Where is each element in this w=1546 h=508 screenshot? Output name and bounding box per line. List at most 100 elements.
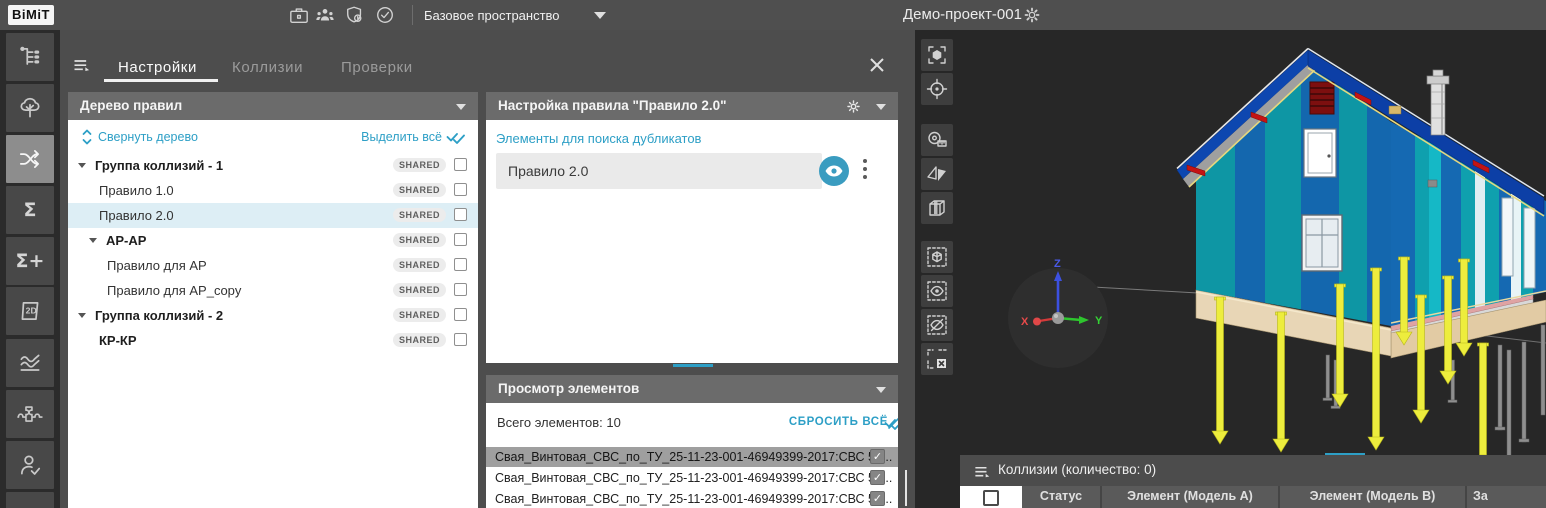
- workspace-selector[interactable]: Базовое пространство: [424, 8, 560, 23]
- briefcase-icon[interactable]: [288, 5, 310, 25]
- plugins-icon[interactable]: [6, 390, 54, 438]
- element-checkbox[interactable]: ✓: [870, 449, 885, 464]
- kebab-menu-icon[interactable]: [863, 159, 867, 183]
- tree-item-kr-kr[interactable]: КР-КР SHARED: [68, 328, 478, 353]
- select-all-cell: [960, 486, 1022, 508]
- 3d-viewport[interactable]: Z Y X Коллизии (количество: 0) Статус Эл…: [915, 30, 1546, 508]
- duplicate-search-field[interactable]: Правило 2.0: [496, 153, 822, 189]
- elements-view-panel: Просмотр элементов Всего элементов: 10 С…: [486, 375, 898, 508]
- show-selection-icon[interactable]: [921, 275, 953, 307]
- tree-item-group-1[interactable]: Группа коллизий - 1 SHARED: [68, 153, 478, 178]
- check-circle-icon[interactable]: [374, 5, 396, 25]
- select-all-link[interactable]: Выделить всё: [361, 130, 442, 144]
- tree-item-checkbox[interactable]: [454, 208, 467, 221]
- tree-item-rule-2-0[interactable]: Правило 2.0 SHARED: [68, 203, 478, 228]
- panel-resize-handle[interactable]: [673, 364, 713, 367]
- expand-caret-icon[interactable]: [89, 238, 97, 243]
- column-status[interactable]: Статус: [1022, 486, 1102, 508]
- tree-item-rule-for-ar-copy[interactable]: Правило для АР_copy SHARED: [68, 278, 478, 303]
- shield-check-icon[interactable]: [344, 5, 366, 25]
- uncheck-all-icon[interactable]: [884, 415, 898, 431]
- axis-gizmo[interactable]: Z Y X: [993, 253, 1123, 383]
- model-tree-icon[interactable]: [6, 33, 54, 81]
- reset-all-link[interactable]: СБРОСИТЬ ВСЁ: [789, 416, 888, 428]
- axis-y-label: Y: [1095, 315, 1103, 327]
- duplicate-elements-link[interactable]: Элементы для поиска дубликатов: [496, 131, 701, 146]
- 2d-view-icon[interactable]: 2D: [6, 287, 54, 335]
- tab-settings[interactable]: Настройки: [118, 59, 197, 76]
- chevron-down-icon[interactable]: [594, 12, 606, 19]
- project-title: Демо-проект-001: [903, 6, 1022, 23]
- app-window: BiMiT Базовое пространство Демо-проект-0…: [0, 0, 1546, 508]
- double-check-icon[interactable]: [446, 129, 466, 145]
- tree-item-checkbox[interactable]: [454, 333, 467, 346]
- isolate-cube-icon[interactable]: [921, 241, 953, 273]
- clash-shuffle-icon[interactable]: [6, 135, 54, 183]
- tree-item-checkbox[interactable]: [454, 308, 467, 321]
- tree-item-checkbox[interactable]: [454, 258, 467, 271]
- shared-badge: SHARED: [393, 233, 446, 247]
- rule-tree-panel: Дерево правил Свернуть дерево Выделить в…: [68, 92, 478, 508]
- shared-badge: SHARED: [393, 308, 446, 322]
- roof-vent-grille: [1310, 82, 1334, 114]
- section-box-icon[interactable]: [921, 192, 953, 224]
- element-checkbox[interactable]: ✓: [870, 470, 885, 485]
- tree-item-rule-1-0[interactable]: Правило 1.0 SHARED: [68, 178, 478, 203]
- tree-item-rule-for-ar[interactable]: Правило для АР SHARED: [68, 253, 478, 278]
- shared-badge: SHARED: [393, 158, 446, 172]
- elements-view-header[interactable]: Просмотр элементов: [486, 375, 898, 403]
- target-icon[interactable]: [921, 73, 953, 105]
- column-element-b[interactable]: Элемент (Модель B): [1280, 486, 1467, 508]
- fit-view-icon[interactable]: [921, 39, 953, 71]
- tree-item-checkbox[interactable]: [454, 283, 467, 296]
- tree-item-checkbox[interactable]: [454, 158, 467, 171]
- rule-settings-panel: Настройка правила "Правило 2.0" Элементы…: [486, 92, 898, 363]
- measure-tape-icon[interactable]: [921, 124, 953, 156]
- environment-tree-icon[interactable]: [6, 84, 54, 132]
- svg-text:2D: 2D: [26, 306, 37, 316]
- gable-door: [1304, 129, 1336, 177]
- collapse-panel-icon[interactable]: [876, 387, 886, 393]
- tree-item-checkbox[interactable]: [454, 183, 467, 196]
- team-icon[interactable]: [314, 5, 336, 25]
- panel-menu-icon[interactable]: [973, 463, 992, 487]
- sum-icon[interactable]: Σ: [6, 186, 54, 234]
- panel-menu-icon[interactable]: [72, 56, 92, 81]
- tab-collisions[interactable]: Коллизии: [232, 59, 303, 76]
- scrollbar-thumb[interactable]: [905, 470, 907, 506]
- collapse-panel-icon[interactable]: [456, 104, 466, 110]
- element-row[interactable]: Свая_Винтовая_СВС_по_ТУ_25-11-23-001-469…: [486, 468, 898, 488]
- tree-item-checkbox[interactable]: [454, 233, 467, 246]
- collapse-tree-link[interactable]: Свернуть дерево: [98, 130, 198, 144]
- element-row[interactable]: Свая_Винтовая_СВС_по_ТУ_25-11-23-001-469…: [486, 447, 898, 467]
- eye-icon[interactable]: [819, 156, 849, 186]
- rule-settings-header[interactable]: Настройка правила "Правило 2.0": [486, 92, 898, 120]
- user-check-icon[interactable]: [6, 441, 54, 489]
- flag-icon[interactable]: [6, 492, 54, 508]
- tab-checks[interactable]: Проверки: [341, 59, 413, 76]
- bimit-logo: BiMiT: [8, 5, 54, 25]
- expand-collapse-icon[interactable]: [81, 129, 93, 145]
- column-note[interactable]: За: [1467, 486, 1546, 508]
- element-checkbox[interactable]: ✓: [870, 491, 885, 506]
- collapse-panel-icon[interactable]: [876, 104, 886, 110]
- tree-item-ar-ar[interactable]: АР-АР SHARED: [68, 228, 478, 253]
- tree-controls: Свернуть дерево Выделить всё: [68, 120, 478, 153]
- axis-z-label: Z: [1054, 258, 1061, 270]
- rule-tree-header[interactable]: Дерево правил: [68, 92, 478, 120]
- expand-caret-icon[interactable]: [78, 163, 86, 168]
- gear-icon[interactable]: [845, 98, 862, 115]
- tree-item-group-2[interactable]: Группа коллизий - 2 SHARED: [68, 303, 478, 328]
- gear-icon[interactable]: [1022, 5, 1044, 25]
- sum-plus-icon[interactable]: Σ+: [6, 237, 54, 285]
- graphs-icon[interactable]: [6, 339, 54, 387]
- select-all-checkbox[interactable]: [983, 490, 999, 506]
- expand-caret-icon[interactable]: [78, 313, 86, 318]
- top-bar: BiMiT Базовое пространство Демо-проект-0…: [0, 0, 1546, 30]
- clear-selection-icon[interactable]: [921, 343, 953, 375]
- section-flip-icon[interactable]: [921, 158, 953, 190]
- element-row[interactable]: Свая_Винтовая_СВС_по_ТУ_25-11-23-001-469…: [486, 489, 898, 508]
- hide-selection-icon[interactable]: [921, 309, 953, 341]
- column-element-a[interactable]: Элемент (Модель А): [1102, 486, 1280, 508]
- close-icon[interactable]: [868, 56, 886, 74]
